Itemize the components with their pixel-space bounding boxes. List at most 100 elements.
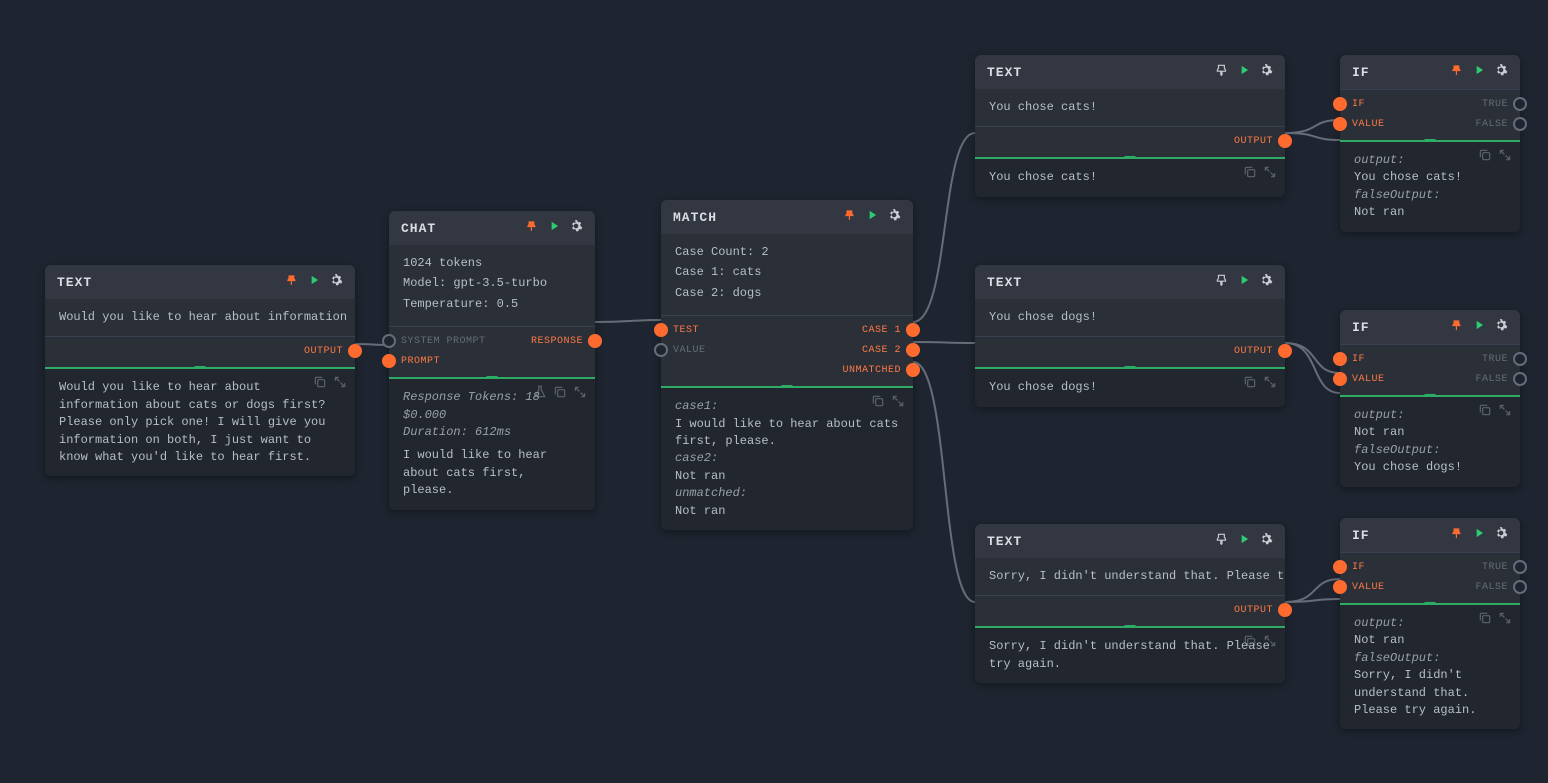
false-port[interactable] bbox=[1513, 372, 1527, 386]
node-text-question[interactable]: TEXT Would you like to hear about inform… bbox=[45, 265, 355, 476]
play-icon[interactable] bbox=[1472, 63, 1486, 81]
pin-icon[interactable] bbox=[1215, 273, 1229, 291]
expand-icon[interactable] bbox=[1498, 611, 1512, 631]
expand-icon[interactable] bbox=[1498, 403, 1512, 423]
pin-icon[interactable] bbox=[843, 208, 857, 226]
gear-icon[interactable] bbox=[569, 219, 583, 237]
expand-icon[interactable] bbox=[1263, 634, 1277, 654]
if-false-text: Not ran bbox=[1354, 204, 1506, 221]
gear-icon[interactable] bbox=[1259, 63, 1273, 81]
node-canvas[interactable]: TEXT Would you like to hear about inform… bbox=[0, 0, 1548, 783]
copy-icon[interactable] bbox=[553, 385, 567, 405]
gear-icon[interactable] bbox=[1494, 526, 1508, 544]
port-label: IF bbox=[1352, 99, 1365, 110]
node-header[interactable]: MATCH bbox=[661, 200, 913, 234]
flask-icon[interactable] bbox=[533, 385, 547, 405]
port-label: FALSE bbox=[1475, 582, 1508, 593]
case1-port[interactable] bbox=[906, 323, 920, 337]
if-port[interactable] bbox=[1333, 352, 1347, 366]
node-header[interactable]: TEXT bbox=[975, 524, 1285, 558]
node-header[interactable]: TEXT bbox=[975, 55, 1285, 89]
value-port[interactable] bbox=[1333, 580, 1347, 594]
true-port[interactable] bbox=[1513, 97, 1527, 111]
if-output-text: Not ran bbox=[1354, 632, 1506, 649]
node-header[interactable]: IF bbox=[1340, 310, 1520, 344]
node-text-dogs[interactable]: TEXT You chose dogs! OUTPUT You chose do… bbox=[975, 265, 1285, 407]
if-port[interactable] bbox=[1333, 560, 1347, 574]
pin-icon[interactable] bbox=[1450, 63, 1464, 81]
response-port[interactable] bbox=[588, 334, 602, 348]
pin-icon[interactable] bbox=[1215, 532, 1229, 550]
true-port[interactable] bbox=[1513, 560, 1527, 574]
node-header[interactable]: CHAT bbox=[389, 211, 595, 245]
copy-icon[interactable] bbox=[1478, 148, 1492, 168]
gear-icon[interactable] bbox=[887, 208, 901, 226]
value-port[interactable] bbox=[1333, 372, 1347, 386]
pin-icon[interactable] bbox=[525, 219, 539, 237]
play-icon[interactable] bbox=[547, 219, 561, 237]
value-port[interactable] bbox=[654, 343, 668, 357]
if-false-text: Sorry, I didn't understand that. Please … bbox=[1354, 667, 1506, 719]
copy-icon[interactable] bbox=[313, 375, 327, 395]
node-if-sorry[interactable]: IF IF TRUE VALUE FALSE output: Not ran f… bbox=[1340, 518, 1520, 729]
node-output-text: Sorry, I didn't understand that. Please … bbox=[989, 638, 1271, 673]
gear-icon[interactable] bbox=[329, 273, 343, 291]
node-if-dogs[interactable]: IF IF TRUE VALUE FALSE output: Not ran f… bbox=[1340, 310, 1520, 487]
pin-icon[interactable] bbox=[1450, 318, 1464, 336]
node-if-cats[interactable]: IF IF TRUE VALUE FALSE output: You chose… bbox=[1340, 55, 1520, 232]
expand-icon[interactable] bbox=[333, 375, 347, 395]
play-icon[interactable] bbox=[1237, 273, 1251, 291]
node-text-cats[interactable]: TEXT You chose cats! OUTPUT You chose ca… bbox=[975, 55, 1285, 197]
gear-icon[interactable] bbox=[1494, 63, 1508, 81]
gear-icon[interactable] bbox=[1494, 318, 1508, 336]
copy-icon[interactable] bbox=[1243, 634, 1257, 654]
gear-icon[interactable] bbox=[1259, 273, 1273, 291]
output-port[interactable] bbox=[1278, 344, 1292, 358]
play-icon[interactable] bbox=[307, 273, 321, 291]
node-header[interactable]: IF bbox=[1340, 55, 1520, 89]
unmatched-port[interactable] bbox=[906, 363, 920, 377]
output-port[interactable] bbox=[1278, 603, 1292, 617]
output-port[interactable] bbox=[348, 344, 362, 358]
pin-icon[interactable] bbox=[285, 273, 299, 291]
play-icon[interactable] bbox=[1472, 526, 1486, 544]
pin-icon[interactable] bbox=[1215, 63, 1229, 81]
gear-icon[interactable] bbox=[1259, 532, 1273, 550]
copy-icon[interactable] bbox=[1243, 375, 1257, 395]
node-header[interactable]: TEXT bbox=[975, 265, 1285, 299]
copy-icon[interactable] bbox=[1478, 403, 1492, 423]
port-label: FALSE bbox=[1475, 374, 1508, 385]
node-title: MATCH bbox=[673, 210, 717, 225]
system-prompt-port[interactable] bbox=[382, 334, 396, 348]
prompt-port[interactable] bbox=[382, 354, 396, 368]
if-false-label: falseOutput: bbox=[1354, 650, 1506, 667]
case2-port[interactable] bbox=[906, 343, 920, 357]
false-port[interactable] bbox=[1513, 580, 1527, 594]
play-icon[interactable] bbox=[865, 208, 879, 226]
copy-icon[interactable] bbox=[871, 394, 885, 414]
node-match[interactable]: MATCH Case Count: 2 Case 1: cats Case 2:… bbox=[661, 200, 913, 530]
expand-icon[interactable] bbox=[573, 385, 587, 405]
pin-icon[interactable] bbox=[1450, 526, 1464, 544]
node-chat[interactable]: CHAT 1024 tokens Model: gpt-3.5-turbo Te… bbox=[389, 211, 595, 510]
match-case-count: Case Count: 2 bbox=[675, 244, 899, 261]
node-header[interactable]: TEXT bbox=[45, 265, 355, 299]
test-port[interactable] bbox=[654, 323, 668, 337]
output-port[interactable] bbox=[1278, 134, 1292, 148]
false-port[interactable] bbox=[1513, 117, 1527, 131]
expand-icon[interactable] bbox=[891, 394, 905, 414]
true-port[interactable] bbox=[1513, 352, 1527, 366]
expand-icon[interactable] bbox=[1498, 148, 1512, 168]
chat-tokens: 1024 tokens bbox=[403, 255, 581, 272]
expand-icon[interactable] bbox=[1263, 375, 1277, 395]
expand-icon[interactable] bbox=[1263, 165, 1277, 185]
value-port[interactable] bbox=[1333, 117, 1347, 131]
copy-icon[interactable] bbox=[1478, 611, 1492, 631]
node-text-sorry[interactable]: TEXT Sorry, I didn't understand that. Pl… bbox=[975, 524, 1285, 683]
copy-icon[interactable] bbox=[1243, 165, 1257, 185]
if-port[interactable] bbox=[1333, 97, 1347, 111]
node-header[interactable]: IF bbox=[1340, 518, 1520, 552]
play-icon[interactable] bbox=[1237, 63, 1251, 81]
play-icon[interactable] bbox=[1237, 532, 1251, 550]
play-icon[interactable] bbox=[1472, 318, 1486, 336]
